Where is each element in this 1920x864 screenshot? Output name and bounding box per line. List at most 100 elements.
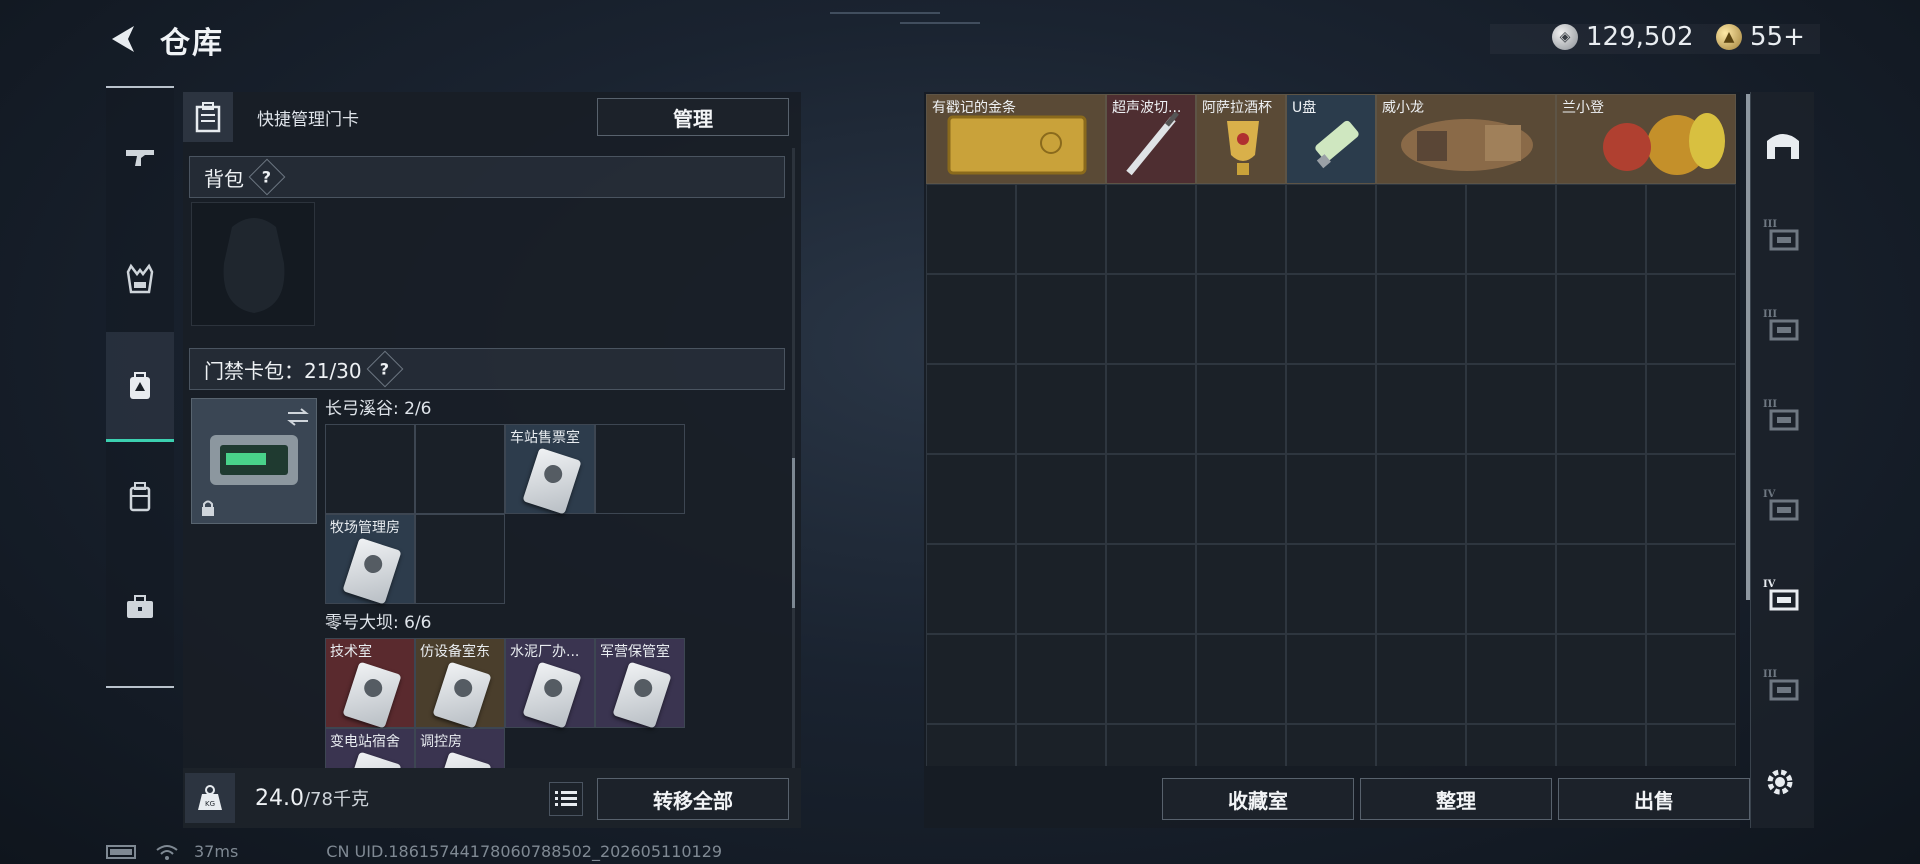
- nav-keycard-bag[interactable]: [106, 332, 174, 442]
- storage-cell[interactable]: [1466, 454, 1556, 544]
- storage-cell[interactable]: [1466, 274, 1556, 364]
- storage-cell[interactable]: [1556, 634, 1646, 724]
- storage-cell[interactable]: [1196, 724, 1286, 766]
- storage-item[interactable]: 有戳记的金条: [926, 94, 1106, 184]
- transfer-all-button[interactable]: 转移全部: [597, 778, 789, 820]
- storage-section-tab[interactable]: [1751, 100, 1815, 190]
- settings-gear-icon[interactable]: [1760, 762, 1800, 802]
- storage-section-tab[interactable]: IV: [1751, 552, 1815, 642]
- storage-cell[interactable]: [1286, 364, 1376, 454]
- keycard-slot[interactable]: 水泥厂办...: [505, 638, 595, 729]
- storage-cell[interactable]: [1286, 274, 1376, 364]
- keycard-slot[interactable]: 军营保管室: [595, 638, 685, 729]
- storage-cell[interactable]: [1196, 544, 1286, 634]
- storage-cell[interactable]: [1646, 184, 1736, 274]
- storage-item[interactable]: 超声波切...: [1106, 94, 1196, 184]
- storage-cell[interactable]: [1376, 724, 1466, 766]
- storage-cell[interactable]: [926, 724, 1016, 766]
- storage-cell[interactable]: [1646, 544, 1736, 634]
- storage-cell[interactable]: [1376, 634, 1466, 724]
- storage-cell[interactable]: [1106, 274, 1196, 364]
- storage-cell[interactable]: [1016, 364, 1106, 454]
- storage-cell[interactable]: [926, 184, 1016, 274]
- storage-cell[interactable]: [1196, 274, 1286, 364]
- storage-cell[interactable]: [1016, 544, 1106, 634]
- storage-cell[interactable]: [1376, 184, 1466, 274]
- storage-cell[interactable]: [1646, 454, 1736, 544]
- keycard-slot[interactable]: 技术室: [325, 638, 415, 729]
- gold-currency[interactable]: ▲ 55+: [1716, 22, 1805, 52]
- storage-cell[interactable]: [1466, 634, 1556, 724]
- storage-cell[interactable]: [1556, 544, 1646, 634]
- storage-cell[interactable]: [1106, 544, 1196, 634]
- nav-toolbox[interactable]: [106, 552, 174, 662]
- empty-keycard-slot[interactable]: [415, 514, 505, 604]
- empty-keycard-slot[interactable]: [415, 424, 505, 514]
- list-view-button[interactable]: [549, 782, 583, 816]
- storage-cell[interactable]: [1106, 184, 1196, 274]
- storage-cell[interactable]: [1106, 634, 1196, 724]
- storage-cell[interactable]: [1106, 724, 1196, 766]
- storage-cell[interactable]: [1466, 364, 1556, 454]
- keycard-slot[interactable]: 牧场管理房: [325, 514, 415, 605]
- storage-cell[interactable]: [1106, 364, 1196, 454]
- storage-cell[interactable]: [1196, 364, 1286, 454]
- keycard-slot[interactable]: 仿设备室东: [415, 638, 505, 729]
- sort-button[interactable]: 整理: [1360, 778, 1552, 820]
- keycard-slot[interactable]: 变电站宿舍: [325, 728, 415, 768]
- storage-cell[interactable]: [1286, 724, 1376, 766]
- storage-item[interactable]: U盘: [1286, 94, 1376, 184]
- storage-cell[interactable]: [1016, 184, 1106, 274]
- storage-cell[interactable]: [1646, 634, 1736, 724]
- empty-keycard-slot[interactable]: [325, 424, 415, 514]
- sell-button[interactable]: 出售: [1558, 778, 1750, 820]
- empty-keycard-slot[interactable]: [595, 424, 685, 514]
- storage-cell[interactable]: [1016, 724, 1106, 766]
- storage-cell[interactable]: [1376, 364, 1466, 454]
- storage-cell[interactable]: [1196, 634, 1286, 724]
- storage-cell[interactable]: [1376, 544, 1466, 634]
- storage-cell[interactable]: [1286, 454, 1376, 544]
- storage-cell[interactable]: [1016, 274, 1106, 364]
- storage-section-tab[interactable]: III: [1751, 372, 1815, 462]
- storage-cell[interactable]: [1466, 724, 1556, 766]
- storage-cell[interactable]: [1466, 184, 1556, 274]
- storage-section-tab[interactable]: IV: [1751, 462, 1815, 552]
- storage-cell[interactable]: [1196, 454, 1286, 544]
- storage-cell[interactable]: [1016, 454, 1106, 544]
- storage-section-tab[interactable]: III: [1751, 642, 1815, 732]
- storage-cell[interactable]: [1376, 454, 1466, 544]
- storage-cell[interactable]: [1556, 274, 1646, 364]
- storage-item[interactable]: 威小龙: [1376, 94, 1556, 184]
- keycard-slot[interactable]: 调控房: [415, 728, 505, 768]
- storage-cell[interactable]: [926, 544, 1016, 634]
- storage-section-tab[interactable]: III: [1751, 282, 1815, 372]
- keycard-scrollbar[interactable]: [792, 148, 795, 768]
- nav-weapons[interactable]: [106, 102, 174, 212]
- back-arrow-icon[interactable]: [106, 22, 140, 56]
- storage-cell[interactable]: [926, 454, 1016, 544]
- storage-cell[interactable]: [1646, 364, 1736, 454]
- storage-cell[interactable]: [1466, 544, 1556, 634]
- storage-cell[interactable]: [926, 364, 1016, 454]
- storage-cell[interactable]: [926, 634, 1016, 724]
- storage-cell[interactable]: [1286, 184, 1376, 274]
- storage-cell[interactable]: [1646, 724, 1736, 766]
- storage-cell[interactable]: [1196, 184, 1286, 274]
- storage-cell[interactable]: [1646, 274, 1736, 364]
- storage-section-tab[interactable]: III: [1751, 192, 1815, 282]
- storage-item[interactable]: 阿萨拉酒杯: [1196, 94, 1286, 184]
- storage-cell[interactable]: [1286, 634, 1376, 724]
- keycard-slot[interactable]: 车站售票室: [505, 424, 595, 515]
- storage-cell[interactable]: [1556, 184, 1646, 274]
- nav-backpack[interactable]: [106, 442, 174, 552]
- storage-cell[interactable]: [926, 274, 1016, 364]
- storage-cell[interactable]: [1106, 454, 1196, 544]
- storage-cell[interactable]: [1556, 724, 1646, 766]
- storage-cell[interactable]: [1556, 454, 1646, 544]
- storage-item[interactable]: 兰小登: [1556, 94, 1736, 184]
- storage-cell[interactable]: [1556, 364, 1646, 454]
- storage-cell[interactable]: [1376, 274, 1466, 364]
- collection-room-button[interactable]: 收藏室: [1162, 778, 1354, 820]
- storage-cell[interactable]: [1286, 544, 1376, 634]
